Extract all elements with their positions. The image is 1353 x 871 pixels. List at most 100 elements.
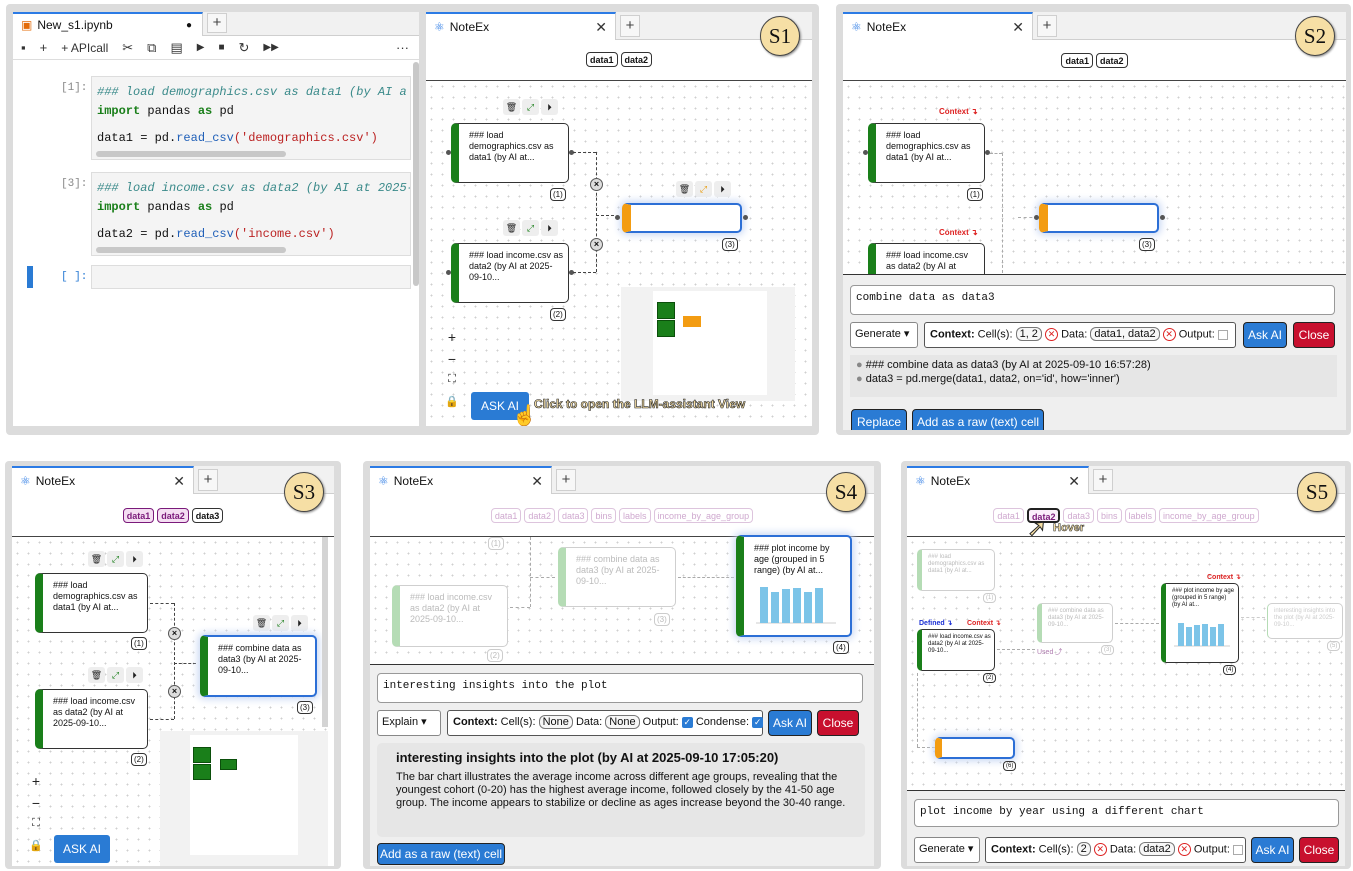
lock-icon[interactable]: 🔒: [441, 395, 463, 408]
resize-icon[interactable]: ⤢: [272, 615, 289, 631]
s5-output-checkbox[interactable]: [1232, 844, 1243, 855]
s5-chip-data1[interactable]: data1: [993, 508, 1024, 523]
close-tab-icon[interactable]: ✕: [531, 473, 543, 490]
delete-icon[interactable]: 🗑: [253, 615, 270, 631]
s2-close-button[interactable]: Close: [1293, 322, 1335, 348]
s5-ask-ai-button[interactable]: Ask AI: [1251, 837, 1294, 863]
s5-node-5[interactable]: interesting insights into the plot (by A…: [1267, 603, 1343, 639]
cell-1-scrollbar[interactable]: [96, 151, 286, 157]
s3-node-2[interactable]: ### load income.csv as data2 (by AI at 2…: [35, 689, 148, 749]
delete-icon[interactable]: 🗑: [503, 220, 520, 236]
run-icon[interactable]: ▶: [197, 42, 205, 53]
save-icon[interactable]: ▪: [21, 40, 26, 55]
s4-chip-data2[interactable]: data2: [524, 508, 555, 523]
s1-minimap[interactable]: [621, 287, 795, 401]
cell-2-scrollbar[interactable]: [96, 247, 286, 253]
s5-tab[interactable]: ⚛ NoteEx ✕: [907, 466, 1089, 494]
resize-icon[interactable]: ⤢: [695, 181, 712, 197]
new-tab-button[interactable]: +: [207, 13, 227, 33]
s5-node-4[interactable]: ### plot income by age (grouped in 5 ran…: [1161, 583, 1239, 663]
s3-ask-ai-button[interactable]: ASK AI: [54, 835, 110, 863]
s3-node-1[interactable]: ### load demographics.csv as data1 (by A…: [35, 573, 148, 633]
s5-chip-data3[interactable]: data3: [1063, 508, 1094, 523]
s1-remove-edge-1[interactable]: ×: [590, 178, 603, 191]
more-menu[interactable]: ···: [396, 40, 409, 55]
s4-chip-data1[interactable]: data1: [490, 508, 522, 523]
delete-icon[interactable]: 🗑: [88, 551, 105, 567]
s2-ask-ai-button[interactable]: Ask AI: [1243, 322, 1287, 348]
s5-mode-select[interactable]: Generate ▾: [914, 837, 980, 863]
s4-prompt-input[interactable]: interesting insights into the plot: [377, 673, 863, 703]
close-tab-icon[interactable]: ✕: [1012, 19, 1024, 36]
s2-node-new[interactable]: [1039, 203, 1159, 233]
s2-output-checkbox[interactable]: [1217, 329, 1228, 340]
s4-node-c[interactable]: ### plot income by age (grouped in 5 ran…: [736, 535, 852, 637]
s5-node-3[interactable]: ### combine data as data3 (by AI at 2025…: [1037, 603, 1113, 643]
cell-2[interactable]: ### load income.csv as data2 (by AI at 2…: [91, 172, 411, 256]
s4-node-a[interactable]: ### load income.csv as data2 (by AI at 2…: [392, 585, 508, 647]
s1-remove-edge-2[interactable]: ×: [590, 238, 603, 251]
s5-canvas[interactable]: ### load demographics.csv as data1 (by A…: [907, 536, 1345, 790]
s1-node-new[interactable]: [622, 203, 742, 233]
run-all-icon[interactable]: ▶▶: [263, 42, 278, 53]
run-cell-icon[interactable]: ⏵: [714, 181, 731, 197]
s1-canvas[interactable]: 🗑 ⤢ ⏵ ### load demographics.csv as data1 (…: [426, 80, 812, 426]
s1-new-tab-button[interactable]: +: [620, 15, 640, 37]
copy-icon[interactable]: ⧉: [147, 40, 156, 56]
restart-icon[interactable]: ↻: [239, 40, 250, 56]
s4-chip-income-by-age-group[interactable]: income_by_age_group: [653, 508, 754, 523]
run-cell-icon[interactable]: ⏵: [126, 551, 143, 567]
s3-chip-data1[interactable]: data1: [122, 508, 155, 523]
close-tab-icon[interactable]: ✕: [173, 473, 185, 490]
s4-node-b[interactable]: ### combine data as data3 (by AI at 2025…: [558, 547, 676, 607]
resize-icon[interactable]: ⤢: [107, 667, 124, 683]
run-cell-icon[interactable]: ⏵: [291, 615, 308, 631]
paste-icon[interactable]: ▤: [170, 40, 182, 56]
s4-close-button[interactable]: Close: [817, 710, 859, 736]
resize-icon[interactable]: ⤢: [522, 99, 539, 115]
s4-mode-select[interactable]: Explain ▾: [377, 710, 441, 736]
s3-minimap[interactable]: [160, 731, 328, 866]
s1-node-1[interactable]: ### load demographics.csv as data1 (by A…: [451, 123, 569, 183]
run-cell-icon[interactable]: ⏵: [126, 667, 143, 683]
s1-node-2[interactable]: ### load income.csv as data2 (by AI at 2…: [451, 243, 569, 303]
delete-icon[interactable]: 🗑: [503, 99, 520, 115]
remove-cells-icon[interactable]: ✕: [1093, 843, 1107, 856]
run-cell-icon[interactable]: ⏵: [541, 99, 558, 115]
remove-cells-icon[interactable]: ✕: [1045, 328, 1058, 341]
notebook-scrollbar[interactable]: [413, 62, 419, 286]
s5-chip-labels[interactable]: labels: [1124, 508, 1157, 523]
zoom-in-icon[interactable]: +: [441, 329, 463, 345]
add-cell-icon[interactable]: +: [40, 40, 48, 55]
s2-prompt-input[interactable]: combine data as data3: [850, 285, 1335, 315]
zoom-in-icon[interactable]: +: [25, 773, 47, 789]
s4-canvas[interactable]: (1) ### load income.csv as data2 (by AI …: [370, 535, 874, 662]
s3-vertical-scrollbar[interactable]: [322, 537, 328, 727]
s1-tab[interactable]: ⚛ NoteEx ✕: [426, 12, 616, 40]
s3-remove-edge-2[interactable]: ×: [168, 685, 181, 698]
resize-icon[interactable]: ⤢: [107, 551, 124, 567]
cell-1[interactable]: ### load demographics.csv as data1 (by A…: [91, 76, 411, 160]
close-tab-icon[interactable]: ✕: [1068, 473, 1080, 490]
cell-3[interactable]: [91, 265, 411, 289]
s5-node-2[interactable]: ### load income.csv as data2 (by AI at 2…: [917, 629, 995, 671]
s2-mode-select[interactable]: Generate ▾: [850, 322, 918, 348]
s4-new-tab-button[interactable]: +: [556, 469, 576, 491]
zoom-out-icon[interactable]: −: [25, 795, 47, 811]
s3-chip-data2[interactable]: data2: [157, 508, 189, 523]
resize-icon[interactable]: ⤢: [522, 220, 539, 236]
close-tab-icon[interactable]: ✕: [595, 19, 607, 36]
cut-icon[interactable]: ✂: [122, 40, 133, 56]
apicall-button[interactable]: + APIcall: [61, 41, 108, 55]
s4-output-checkbox[interactable]: ✓: [681, 716, 693, 728]
s2-chip-data2[interactable]: data2: [1096, 53, 1128, 68]
s5-node-new[interactable]: [935, 737, 1015, 759]
s5-close-button[interactable]: Close: [1299, 837, 1339, 863]
delete-icon[interactable]: 🗑: [88, 667, 105, 683]
s2-chip-data1[interactable]: data1: [1061, 53, 1093, 68]
s2-node-1[interactable]: ### load demographics.csv as data1 (by A…: [868, 123, 985, 183]
s4-tab[interactable]: ⚛ NoteEx ✕: [370, 466, 552, 494]
s4-chip-data3[interactable]: data3: [557, 508, 589, 523]
run-cell-icon[interactable]: ⏵: [541, 220, 558, 236]
s2-new-tab-button[interactable]: +: [1037, 15, 1057, 37]
